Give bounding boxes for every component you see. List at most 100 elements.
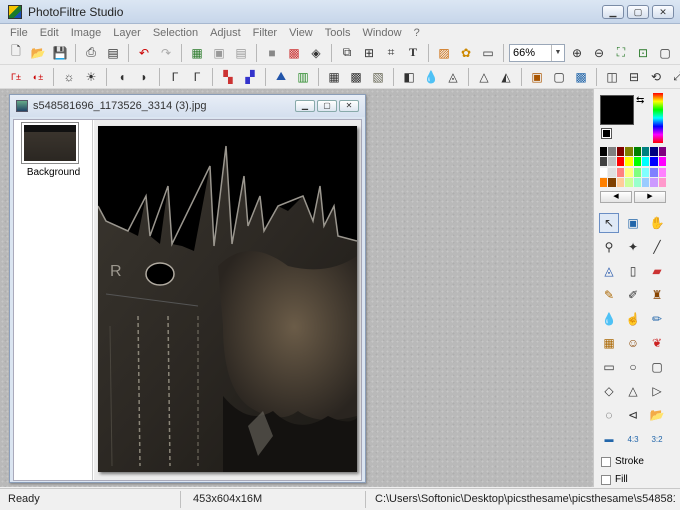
fullscreen-icon[interactable]: ▢: [655, 43, 675, 63]
document-window[interactable]: s5485816​96_1173526_3314 (3).jpg ▁ ▢ ✕ B…: [9, 94, 366, 483]
color-swatch[interactable]: [633, 157, 641, 167]
triangle-icon[interactable]: △: [474, 67, 494, 87]
menu-filter[interactable]: Filter: [247, 27, 283, 39]
polygon-lasso-icon[interactable]: ⊲: [623, 405, 643, 425]
canvas-size-icon[interactable]: ⊞: [359, 43, 379, 63]
minimize-button[interactable]: ▁: [602, 5, 624, 19]
color-swatch[interactable]: [616, 157, 625, 167]
color-swatch[interactable]: [608, 167, 616, 177]
advanced-brush-icon[interactable]: ✐: [623, 285, 643, 305]
copy-icon[interactable]: ▣: [209, 43, 229, 63]
color-swatch[interactable]: [633, 177, 641, 187]
gamma-plus-icon[interactable]: Γ: [187, 67, 207, 87]
color-palette-icon[interactable]: ▩: [284, 43, 304, 63]
zoom-in-icon[interactable]: ⊕: [567, 43, 587, 63]
redo-icon[interactable]: ↷: [156, 43, 176, 63]
zoom-out-icon[interactable]: ⊖: [589, 43, 609, 63]
clone-icon[interactable]: ☺: [623, 333, 643, 353]
color-swatch[interactable]: [625, 147, 633, 156]
rotate-icon[interactable]: ⟲: [646, 67, 666, 87]
frame-icon[interactable]: ▣: [527, 67, 547, 87]
drop-outline-icon[interactable]: ◬: [443, 67, 463, 87]
swap-colors-icon[interactable]: ⇆: [636, 95, 644, 106]
stroke-checkbox[interactable]: Stroke: [601, 456, 644, 467]
color-swatch[interactable]: [608, 147, 616, 156]
open-folder-icon[interactable]: 📂: [28, 43, 48, 63]
border-icon[interactable]: ▢: [549, 67, 569, 87]
layer-thumbnail[interactable]: [21, 122, 79, 164]
menu-image[interactable]: Image: [65, 27, 108, 39]
scanner-icon[interactable]: ▤: [103, 43, 123, 63]
fill-checkbox[interactable]: Fill: [601, 474, 628, 485]
paste-layer-icon[interactable]: ▦: [187, 43, 207, 63]
menu-view[interactable]: View: [283, 27, 319, 39]
menu-adjust[interactable]: Adjust: [204, 27, 247, 39]
menu-tools[interactable]: Tools: [319, 27, 357, 39]
text-tool-icon[interactable]: T: [403, 43, 423, 63]
auto-levels-icon[interactable]: Γ±: [6, 67, 26, 87]
new-file-icon[interactable]: 🗋: [6, 43, 26, 63]
magic-wand-icon[interactable]: ✦: [623, 237, 643, 257]
emboss-icon[interactable]: ◧: [399, 67, 419, 87]
stamp-icon[interactable]: ♜: [647, 285, 667, 305]
flip-horizontal-icon[interactable]: ◫: [602, 67, 622, 87]
image-size-icon[interactable]: ⧉: [337, 43, 357, 63]
landscape-icon[interactable]: ⛰: [271, 67, 291, 87]
menu-layer[interactable]: Layer: [107, 27, 147, 39]
blur-icon[interactable]: ▦: [324, 67, 344, 87]
maximize-button[interactable]: ▢: [627, 5, 649, 19]
doc-close-button[interactable]: ✕: [339, 100, 359, 112]
menu-help[interactable]: ?: [408, 27, 426, 39]
contrast-plus-icon[interactable]: ◗: [134, 67, 154, 87]
color-gradient-bar[interactable]: [653, 93, 663, 143]
line-tool-icon[interactable]: ╱: [647, 237, 667, 257]
color-swatch[interactable]: [616, 167, 625, 177]
color-swatch[interactable]: [608, 177, 616, 187]
triangle-up-shape-icon[interactable]: △: [623, 381, 643, 401]
color-swatch[interactable]: [633, 167, 641, 177]
palette-next-button[interactable]: ▶: [634, 191, 666, 203]
diamond-shape-icon[interactable]: ◇: [599, 381, 619, 401]
fit-to-window-icon[interactable]: ⛶: [611, 43, 631, 63]
texture-icon[interactable]: ▩: [571, 67, 591, 87]
grayscale-icon[interactable]: ■: [262, 43, 282, 63]
palette-prev-button[interactable]: ◀: [600, 191, 632, 203]
sharpen-icon[interactable]: ▩: [346, 67, 366, 87]
blur-drop-icon[interactable]: 💧: [599, 309, 619, 329]
save-icon[interactable]: 💾: [50, 43, 70, 63]
fill-checkbox-box[interactable]: [601, 474, 611, 485]
menu-window[interactable]: Window: [356, 27, 407, 39]
gamma-minus-icon[interactable]: Γ: [165, 67, 185, 87]
pointer-tool-icon[interactable]: ↖: [599, 213, 619, 233]
noise-icon[interactable]: ▧: [368, 67, 388, 87]
flip-vertical-icon[interactable]: ⊟: [624, 67, 644, 87]
ellipse-shape-icon[interactable]: ○: [623, 357, 643, 377]
plugins-icon[interactable]: ✿: [456, 43, 476, 63]
print-icon[interactable]: ⎙: [81, 43, 101, 63]
lasso-icon[interactable]: ◌: [599, 405, 619, 425]
document-title-bar[interactable]: s5485816​96_1173526_3314 (3).jpg ▁ ▢ ✕: [10, 95, 365, 117]
selection-tool-icon[interactable]: ▣: [623, 213, 643, 233]
color-swatch[interactable]: [641, 167, 650, 177]
color-swatch[interactable]: [641, 147, 650, 156]
crop-icon[interactable]: ⌗: [381, 43, 401, 63]
color-swatch[interactable]: [641, 177, 650, 187]
menu-selection[interactable]: Selection: [147, 27, 204, 39]
saturation-minus-icon[interactable]: ▚: [218, 67, 238, 87]
eraser-icon[interactable]: ▰: [647, 261, 667, 281]
triangle-right-shape-icon[interactable]: ▷: [647, 381, 667, 401]
color-swatch[interactable]: [658, 157, 666, 167]
smudge-icon[interactable]: ☝: [623, 309, 643, 329]
menu-file[interactable]: File: [4, 27, 34, 39]
color-swatch[interactable]: [658, 167, 666, 177]
window-icon[interactable]: ▭: [478, 43, 498, 63]
strawberry-icon[interactable]: ❦: [647, 333, 667, 353]
color-swatch[interactable]: [650, 147, 658, 156]
fill-bucket-icon[interactable]: ◬: [599, 261, 619, 281]
color-swatch[interactable]: [658, 177, 666, 187]
menu-edit[interactable]: Edit: [34, 27, 65, 39]
auto-contrast-icon[interactable]: ◐±: [28, 67, 48, 87]
color-swatch[interactable]: [600, 147, 608, 156]
hand-tool-icon[interactable]: ✋: [647, 213, 667, 233]
load-shape-icon[interactable]: 📂: [647, 405, 667, 425]
